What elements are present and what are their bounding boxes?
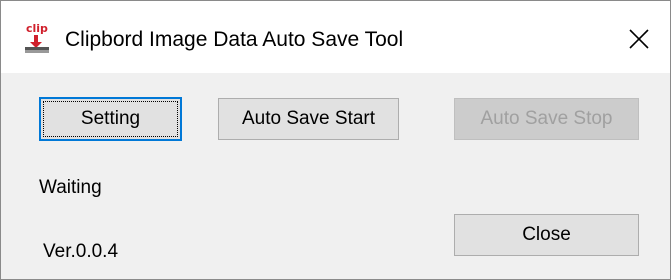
status-label: Waiting [39,177,102,198]
close-button[interactable]: Close [454,214,639,256]
setting-button[interactable]: Setting [39,97,182,141]
auto-save-start-button[interactable]: Auto Save Start [218,98,399,140]
title-bar[interactable]: clip Clipbord Image Data Auto Save Tool [1,1,670,73]
window-title: Clipbord Image Data Auto Save Tool [65,28,404,51]
auto-save-stop-button: Auto Save Stop [454,98,639,140]
clip-app-icon: clip [22,21,54,57]
version-label: Ver.0.0.4 [43,241,119,262]
svg-text:clip: clip [26,22,48,35]
app-window: clip Clipbord Image Data Auto Save Tool … [0,0,671,280]
setting-button-label: Setting [80,108,141,129]
close-icon[interactable] [621,23,657,55]
